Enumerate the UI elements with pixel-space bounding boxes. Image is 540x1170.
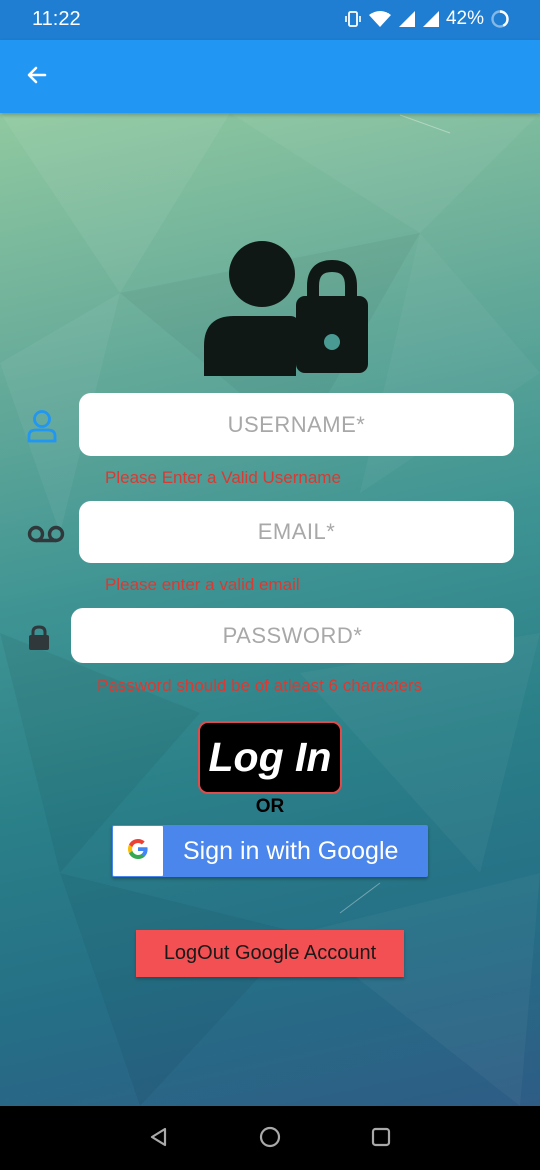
- username-field[interactable]: [79, 393, 514, 456]
- back-triangle-icon: [148, 1126, 170, 1153]
- signal-icon: [422, 10, 440, 28]
- status-icons: x 42%: [344, 8, 510, 30]
- nav-home-button[interactable]: [257, 1126, 283, 1152]
- recents-square-icon: [370, 1126, 392, 1153]
- battery-percent: 42%: [445, 8, 484, 29]
- google-g-icon: [126, 837, 150, 866]
- google-logo-box: [113, 826, 163, 876]
- password-error: Password should be of atleast 6 characte…: [97, 676, 423, 695]
- logout-google-button[interactable]: LogOut Google Account: [136, 930, 404, 977]
- arrow-left-icon: [25, 63, 49, 92]
- login-button[interactable]: Log In: [198, 721, 342, 794]
- signal-icon: [398, 10, 416, 28]
- email-field[interactable]: [79, 501, 514, 563]
- voicemail-icon: [25, 520, 67, 548]
- system-nav-bar: [0, 1106, 540, 1170]
- nav-back-button[interactable]: [146, 1126, 172, 1152]
- logout-label: LogOut Google Account: [163, 942, 377, 964]
- back-button[interactable]: [20, 60, 54, 94]
- lock-icon: [26, 624, 52, 652]
- status-time: 11:22: [32, 8, 81, 30]
- wifi-icon: x: [368, 10, 392, 28]
- status-bar: 11:22 x 42%: [0, 0, 540, 40]
- vibrate-icon: [344, 10, 362, 28]
- login-label: Log In: [208, 734, 332, 780]
- battery-icon: [490, 9, 510, 29]
- password-field[interactable]: [71, 608, 514, 663]
- user-lock-icon: [200, 238, 372, 376]
- or-divider: OR: [255, 796, 285, 817]
- username-error: Please Enter a Valid Username: [105, 468, 341, 487]
- email-error: Please enter a valid email: [105, 575, 300, 594]
- home-circle-icon: [258, 1125, 282, 1154]
- svg-text:x: x: [385, 11, 389, 19]
- google-signin-label: Sign in with Google: [183, 836, 399, 865]
- google-signin-button[interactable]: Sign in with Google: [112, 825, 428, 877]
- app-bar: [0, 40, 540, 113]
- nav-recents-button[interactable]: [368, 1126, 394, 1152]
- person-outline-icon: [24, 408, 60, 444]
